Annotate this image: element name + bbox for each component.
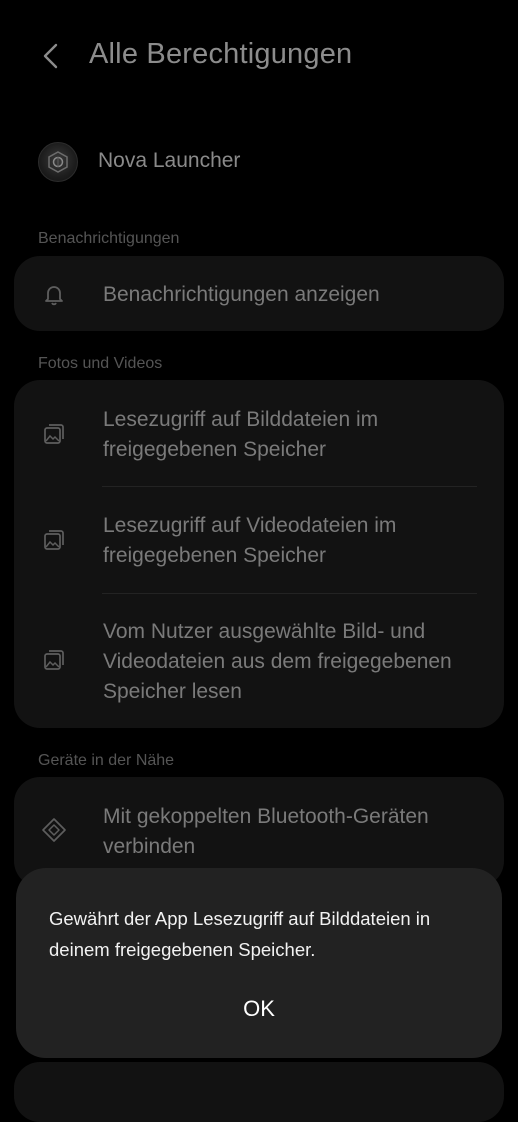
section-label-notifications: Benachrichtigungen <box>38 230 180 247</box>
section-label-photos-videos: Fotos und Videos <box>38 355 163 372</box>
section-label-nearby-devices: Geräte in der Nähe <box>38 752 175 769</box>
ok-button[interactable]: OK <box>209 989 309 1029</box>
permission-label: Benachrichtigungen anzeigen <box>103 283 380 306</box>
permission-card-photos-videos: Lesezugriff auf Bilddateien im freigegeb… <box>14 380 504 728</box>
dialog-message: Gewährt der App Lesezugriff auf Bilddate… <box>49 908 431 960</box>
image-icon <box>44 530 64 550</box>
permission-item-show-notifications[interactable]: Benachrichtigungen anzeigen <box>14 256 504 331</box>
nearby-devices-icon <box>42 818 66 842</box>
permission-card-partial <box>14 1062 504 1122</box>
permission-item-read-videos[interactable]: Lesezugriff auf Videodateien im freigege… <box>14 487 504 593</box>
page-title: Alle Berechtigungen <box>89 38 353 70</box>
nova-launcher-icon <box>38 142 78 182</box>
permission-label: Lesezugriff auf Videodateien im freigege… <box>103 514 397 567</box>
app-header-row: Nova Launcher <box>0 130 518 192</box>
permission-info-dialog: Gewährt der App Lesezugriff auf Bilddate… <box>16 868 502 1058</box>
permission-label: Vom Nutzer ausgewählte Bild- und Videoda… <box>103 620 452 703</box>
back-button[interactable] <box>34 36 66 76</box>
permission-item-selected-media[interactable]: Vom Nutzer ausgewählte Bild- und Videoda… <box>14 594 504 728</box>
permission-label: Mit gekoppelten Bluetooth-Geräten verbin… <box>103 805 429 858</box>
permission-label: Lesezugriff auf Bilddateien im freigegeb… <box>103 408 379 461</box>
permission-card-notifications: Benachrichtigungen anzeigen <box>14 256 504 331</box>
image-icon <box>44 424 64 444</box>
chevron-left-icon <box>43 43 58 69</box>
app-name: Nova Launcher <box>98 149 241 172</box>
top-app-bar: Alle Berechtigungen <box>0 20 518 92</box>
image-icon <box>44 650 64 670</box>
permission-item-read-images[interactable]: Lesezugriff auf Bilddateien im freigegeb… <box>14 380 504 486</box>
bell-icon <box>45 286 63 306</box>
